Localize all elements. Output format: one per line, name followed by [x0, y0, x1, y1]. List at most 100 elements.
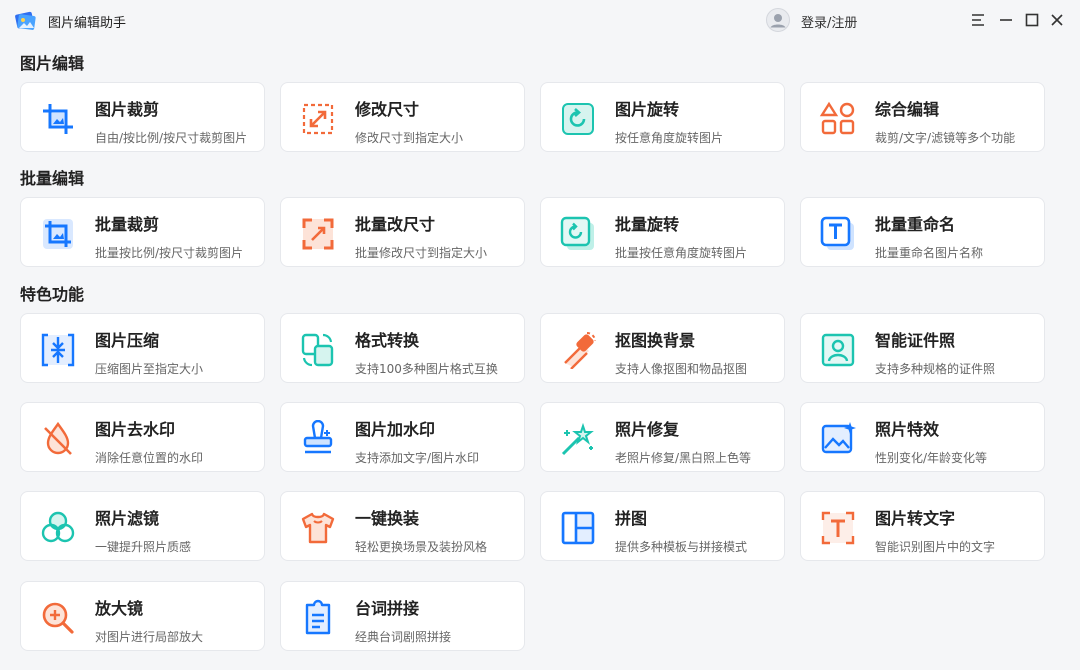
- card-description: 轻松更换场景及装扮风格: [355, 540, 488, 554]
- card-description: 智能识别图片中的文字: [875, 540, 996, 554]
- card-description: 性别变化/年龄变化等: [875, 451, 988, 465]
- card-add-watermark[interactable]: 图片加水印 支持添加文字/图片水印: [280, 402, 525, 472]
- card-subtitle-stitch[interactable]: 台词拼接 经典台词剧照拼接: [280, 581, 525, 651]
- card-photo-effects[interactable]: 照片特效 性别变化/年龄变化等: [800, 402, 1045, 472]
- minimize-icon[interactable]: [994, 8, 1018, 32]
- close-icon[interactable]: [1045, 8, 1069, 32]
- card-image-to-text[interactable]: 图片转文字 智能识别图片中的文字: [800, 491, 1045, 561]
- filter-icon: [39, 509, 77, 547]
- collage-icon: [559, 509, 597, 547]
- card-composite-edit[interactable]: 综合编辑 裁剪/文字/滤镜等多个功能: [800, 82, 1045, 152]
- card-title: 批量裁剪: [95, 215, 160, 234]
- card-description: 压缩图片至指定大小: [95, 362, 204, 376]
- menu-icon[interactable]: [966, 8, 990, 32]
- card-description: 提供多种模板与拼接模式: [615, 540, 748, 554]
- card-photo-restore[interactable]: 照片修复 老照片修复/黑白照上色等: [540, 402, 785, 472]
- card-collage[interactable]: 拼图 提供多种模板与拼接模式: [540, 491, 785, 561]
- card-description: 支持添加文字/图片水印: [355, 451, 480, 465]
- maximize-icon[interactable]: [1020, 8, 1044, 32]
- card-title: 批量旋转: [615, 215, 680, 234]
- card-remove-watermark[interactable]: 图片去水印 消除任意位置的水印: [20, 402, 265, 472]
- card-outfit-change[interactable]: 一键换装 轻松更换场景及装扮风格: [280, 491, 525, 561]
- card-batch-crop[interactable]: 批量裁剪 批量按比例/按尺寸裁剪图片: [20, 197, 265, 267]
- card-description: 支持人像抠图和物品抠图: [615, 362, 748, 376]
- card-image-rotate[interactable]: 图片旋转 按任意角度旋转图片: [540, 82, 785, 152]
- card-description: 按任意角度旋转图片: [615, 131, 724, 145]
- section-title-special-features: 特色功能: [20, 285, 85, 304]
- card-title: 图片旋转: [615, 100, 680, 119]
- card-title: 批量改尺寸: [355, 215, 436, 234]
- card-description: 批量按比例/按尺寸裁剪图片: [95, 246, 244, 260]
- remove-watermark-icon: [39, 420, 77, 458]
- app-logo-icon: [12, 7, 38, 33]
- card-title: 照片滤镜: [95, 509, 160, 528]
- card-description: 经典台词剧照拼接: [355, 630, 452, 644]
- section-title-batch-edit: 批量编辑: [20, 169, 85, 188]
- card-description: 消除任意位置的水印: [95, 451, 204, 465]
- shirt-icon: [299, 509, 337, 547]
- card-title: 照片修复: [615, 420, 680, 439]
- card-batch-rename[interactable]: 批量重命名 批量重命名图片名称: [800, 197, 1045, 267]
- batch-crop-icon: [39, 215, 77, 253]
- crop-icon: [39, 100, 77, 138]
- card-title: 放大镜: [95, 599, 144, 618]
- card-title: 修改尺寸: [355, 100, 420, 119]
- card-format-convert[interactable]: 格式转换 支持100多种图片格式互换: [280, 313, 525, 383]
- card-title: 综合编辑: [875, 100, 940, 119]
- card-batch-resize[interactable]: 批量改尺寸 批量修改尺寸到指定大小: [280, 197, 525, 267]
- ocr-icon: [819, 509, 857, 547]
- card-image-crop[interactable]: 图片裁剪 自由/按比例/按尺寸裁剪图片: [20, 82, 265, 152]
- subtitle-icon: [299, 599, 337, 637]
- card-description: 支持100多种图片格式互换: [355, 362, 498, 376]
- card-title: 一键换装: [355, 509, 420, 528]
- batch-resize-icon: [299, 215, 337, 253]
- card-magnifier[interactable]: 放大镜 对图片进行局部放大: [20, 581, 265, 651]
- card-resize[interactable]: 修改尺寸 修改尺寸到指定大小: [280, 82, 525, 152]
- card-title: 图片裁剪: [95, 100, 160, 119]
- card-title: 智能证件照: [875, 331, 956, 350]
- card-id-photo[interactable]: 智能证件照 支持多种规格的证件照: [800, 313, 1045, 383]
- card-description: 支持多种规格的证件照: [875, 362, 996, 376]
- avatar[interactable]: [766, 8, 790, 32]
- batch-rotate-icon: [559, 215, 597, 253]
- section-title-image-edit: 图片编辑: [20, 54, 85, 73]
- compress-icon: [39, 331, 77, 369]
- card-title: 批量重命名: [875, 215, 956, 234]
- card-title: 拼图: [615, 509, 648, 528]
- card-description: 自由/按比例/按尺寸裁剪图片: [95, 131, 248, 145]
- card-description: 对图片进行局部放大: [95, 630, 204, 644]
- card-title: 图片转文字: [875, 509, 956, 528]
- shapes-icon: [819, 100, 857, 138]
- app-title: 图片编辑助手: [48, 16, 127, 31]
- card-description: 裁剪/文字/滤镜等多个功能: [875, 131, 1016, 145]
- id-photo-icon: [819, 331, 857, 369]
- card-description: 批量按任意角度旋转图片: [615, 246, 748, 260]
- resize-icon: [299, 100, 337, 138]
- eraser-icon: [559, 331, 597, 370]
- card-batch-rotate[interactable]: 批量旋转 批量按任意角度旋转图片: [540, 197, 785, 267]
- card-title: 图片去水印: [95, 420, 176, 439]
- card-photo-filter[interactable]: 照片滤镜 一键提升照片质感: [20, 491, 265, 561]
- card-title: 照片特效: [875, 420, 940, 439]
- card-description: 一键提升照片质感: [95, 540, 192, 554]
- card-title: 图片加水印: [355, 420, 436, 439]
- card-cutout-background[interactable]: 抠图换背景 支持人像抠图和物品抠图: [540, 313, 785, 383]
- magic-wand-icon: [559, 420, 597, 458]
- stamp-icon: [299, 419, 337, 458]
- login-register-link[interactable]: 登录/注册: [801, 12, 857, 31]
- image-sparkle-icon: [819, 420, 857, 458]
- magnifier-icon: [39, 599, 77, 637]
- card-description: 批量重命名图片名称: [875, 246, 984, 260]
- card-title: 格式转换: [355, 331, 420, 350]
- card-title: 台词拼接: [355, 599, 420, 618]
- card-image-compress[interactable]: 图片压缩 压缩图片至指定大小: [20, 313, 265, 383]
- card-description: 老照片修复/黑白照上色等: [615, 451, 752, 465]
- card-description: 批量修改尺寸到指定大小: [355, 246, 488, 260]
- card-title: 图片压缩: [95, 331, 160, 350]
- title-bar: 图片编辑助手 登录/注册: [0, 0, 1080, 40]
- format-convert-icon: [299, 331, 337, 369]
- rename-icon: [819, 215, 857, 253]
- card-title: 抠图换背景: [615, 331, 696, 350]
- card-description: 修改尺寸到指定大小: [355, 131, 464, 145]
- rotate-icon: [559, 100, 597, 138]
